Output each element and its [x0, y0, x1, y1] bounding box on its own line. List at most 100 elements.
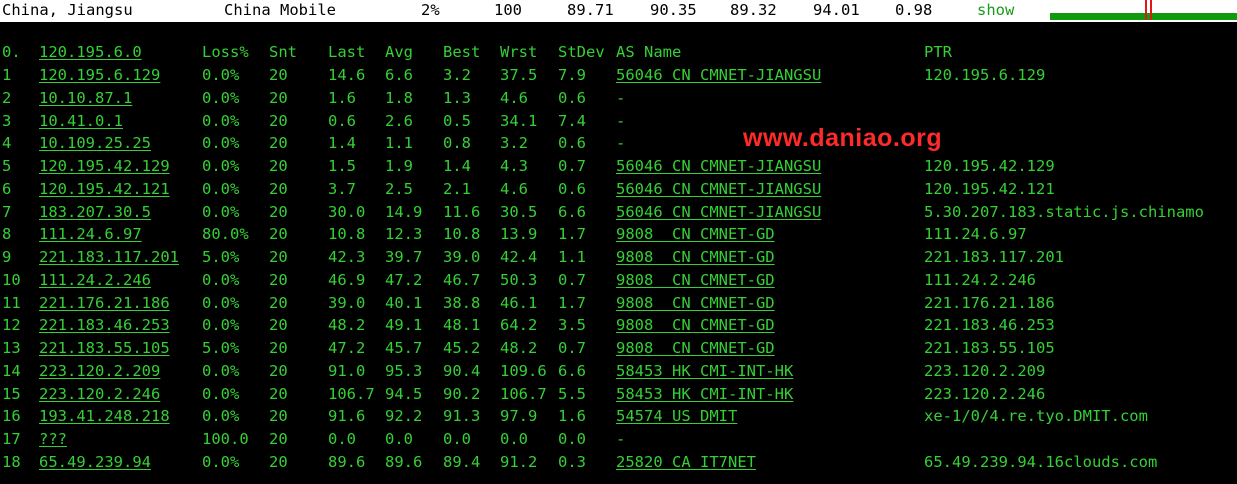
hop-as-name[interactable]: 9808 CN CMNET-GD	[616, 293, 775, 313]
hop-snt: 20	[269, 202, 288, 221]
hop-as-name[interactable]: 9808 CN CMNET-GD	[616, 224, 775, 244]
hop-number: 10	[2, 270, 21, 289]
hop-ptr: 120.195.42.129	[924, 157, 1055, 175]
hop-best: 1.4	[443, 157, 471, 175]
col-host[interactable]: 120.195.6.0	[39, 42, 142, 62]
latency-bar	[1050, 13, 1237, 20]
hop-host[interactable]: 10.10.87.1	[39, 88, 132, 108]
hop-as-name[interactable]: 54574 US DMIT	[616, 406, 737, 426]
hop-best: 11.6	[443, 202, 481, 221]
hop-loss: 0.0%	[202, 384, 240, 403]
hop-avg: 6.6	[385, 66, 413, 84]
hop-number: 18	[2, 452, 21, 471]
hop-loss: 5.0%	[202, 248, 240, 266]
hop-host[interactable]: 120.195.42.129	[39, 156, 170, 176]
hop-loss: 0.0%	[202, 361, 240, 380]
hop-wrst: 42.4	[500, 248, 538, 266]
hop-best: 46.7	[443, 270, 481, 289]
hop-loss: 0.0%	[202, 157, 240, 175]
hop-loss: 0.0%	[202, 88, 240, 107]
hop-snt: 20	[269, 179, 288, 198]
hop-best: 3.2	[443, 66, 471, 84]
hop-wrst: 48.2	[500, 339, 538, 357]
hop-number: 11	[2, 293, 21, 312]
hop-host[interactable]: 111.24.6.97	[39, 224, 142, 244]
hop-ptr: xe-1/0/4.re.tyo.DMIT.com	[924, 407, 1148, 426]
hop-last: 46.9	[328, 270, 366, 289]
hop-as-name: -	[616, 134, 626, 153]
hop-host[interactable]: 223.120.2.246	[39, 384, 160, 404]
hop-wrst: 50.3	[500, 270, 538, 289]
hop-host[interactable]: 221.183.55.105	[39, 338, 170, 358]
hop-wrst: 97.9	[500, 407, 538, 426]
hop-stdev: 7.4	[558, 111, 586, 130]
watermark-text: www.daniao.org	[743, 124, 943, 152]
hop-number: 9	[2, 248, 12, 266]
show-link[interactable]: show	[977, 1, 1014, 19]
hop-last: 0.0	[328, 430, 356, 448]
hop-host[interactable]: 120.195.42.121	[39, 179, 170, 199]
hop-host[interactable]: 221.176.21.186	[39, 293, 170, 313]
hop-avg: 2.5	[385, 179, 413, 198]
hop-last: 91.0	[328, 361, 366, 380]
hop-avg: 1.1	[385, 134, 413, 153]
hop-as-name[interactable]: 9808 CN CMNET-GD	[616, 338, 775, 358]
hop-as-name[interactable]: 25820 CA IT7NET	[616, 452, 756, 472]
hop-stdev: 1.7	[558, 225, 586, 244]
hop-last: 0.6	[328, 111, 356, 130]
hop-loss: 0.0%	[202, 202, 240, 221]
hop-last: 91.6	[328, 407, 366, 426]
hop-wrst: 91.2	[500, 452, 538, 471]
hop-as-name[interactable]: 56046 CN CMNET-JIANGSU	[616, 179, 821, 199]
hop-stdev: 0.7	[558, 157, 586, 175]
hop-number: 14	[2, 361, 21, 380]
hop-loss: 100.0	[202, 430, 249, 448]
hop-as-name[interactable]: 9808 CN CMNET-GD	[616, 315, 775, 335]
col-as-name: AS Name	[616, 43, 682, 61]
hop-host[interactable]: 183.207.30.5	[39, 202, 151, 222]
hop-host[interactable]: 120.195.6.129	[39, 65, 160, 85]
hop-stdev: 1.6	[558, 407, 586, 426]
hop-host[interactable]: ???	[39, 429, 67, 449]
col-loss: Loss%	[202, 43, 249, 61]
hop-wrst: 4.6	[500, 88, 528, 107]
hop-as-name[interactable]: 9808 CN CMNET-GD	[616, 247, 775, 267]
hop-avg: 95.3	[385, 361, 423, 380]
hop-as-name[interactable]: 58453 HK CMI-INT-HK	[616, 361, 793, 381]
hop-ptr: 5.30.207.183.static.js.chinamo	[924, 202, 1204, 221]
hop-host[interactable]: 221.183.117.201	[39, 247, 179, 267]
hop-as-name[interactable]: 56046 CN CMNET-JIANGSU	[616, 156, 821, 176]
hop-best: 38.8	[443, 293, 481, 312]
hop-avg: 2.6	[385, 111, 413, 130]
hop-avg: 92.2	[385, 407, 423, 426]
hop-last: 39.0	[328, 293, 366, 312]
hop-as-name[interactable]: 56046 CN CMNET-JIANGSU	[616, 202, 821, 222]
hop-wrst: 46.1	[500, 293, 538, 312]
hop-ptr: 223.120.2.246	[924, 384, 1046, 403]
hop-best: 90.4	[443, 361, 481, 380]
hop-wrst: 109.6	[500, 361, 547, 380]
hop-last: 106.7	[328, 384, 375, 403]
hop-loss: 0.0%	[202, 452, 240, 471]
hop-avg: 1.8	[385, 88, 413, 107]
hop-host[interactable]: 111.24.2.246	[39, 270, 151, 290]
summary-best: 89.32	[730, 1, 777, 19]
hop-stdev: 0.6	[558, 134, 586, 153]
hop-host[interactable]: 10.41.0.1	[39, 111, 123, 131]
hop-number: 6	[2, 179, 12, 198]
hop-host[interactable]: 193.41.248.218	[39, 406, 170, 426]
hop-snt: 20	[269, 270, 288, 289]
hop-last: 1.5	[328, 157, 356, 175]
summary-stdev: 0.98	[895, 1, 933, 19]
hop-wrst: 34.1	[500, 111, 538, 130]
hop-host[interactable]: 65.49.239.94	[39, 452, 151, 472]
hop-as-name[interactable]: 56046 CN CMNET-JIANGSU	[616, 65, 821, 85]
hop-host[interactable]: 10.109.25.25	[39, 133, 151, 153]
hop-as-name[interactable]: 58453 HK CMI-INT-HK	[616, 384, 793, 404]
hop-snt: 20	[269, 339, 288, 357]
hop-host[interactable]: 221.183.46.253	[39, 315, 170, 335]
hop-host[interactable]: 223.120.2.209	[39, 361, 160, 381]
hop-loss: 0.0%	[202, 270, 240, 289]
hop-loss: 0.0%	[202, 134, 240, 153]
hop-as-name[interactable]: 9808 CN CMNET-GD	[616, 270, 775, 290]
